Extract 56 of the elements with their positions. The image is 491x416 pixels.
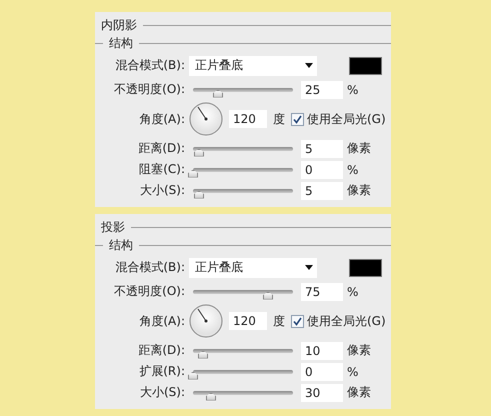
field-label: 角度(A): — [138, 110, 185, 128]
angle-dial-icon[interactable] — [189, 102, 223, 136]
blend-mode-dropdown[interactable]: 正片叠底 — [189, 56, 317, 76]
field-label: 大小(S): — [138, 384, 185, 401]
angle-field[interactable]: 120 — [229, 110, 267, 128]
field-label: 阻塞(C): — [138, 161, 185, 178]
unit-label: 像素 — [347, 384, 372, 401]
value-field[interactable]: 30 — [301, 384, 343, 402]
unit-label: % — [347, 364, 360, 378]
field-label: 混合模式(B): — [114, 57, 185, 74]
value-field[interactable]: 25 — [301, 80, 343, 98]
unit-label: 像素 — [347, 342, 372, 359]
global-light-checkbox[interactable] — [291, 112, 304, 126]
value-field[interactable]: 5 — [301, 140, 343, 158]
unit-label: % — [347, 82, 360, 96]
section-subtitle: 结构 — [109, 236, 133, 254]
caret-icon — [305, 265, 313, 270]
unit-label: 度 — [273, 312, 285, 330]
section-subtitle: 结构 — [109, 34, 133, 52]
field-label: 不透明度(O): — [113, 81, 185, 98]
slider-thumb[interactable] — [188, 372, 198, 380]
value-field[interactable]: 0 — [301, 160, 343, 178]
unit-label: 像素 — [347, 140, 372, 157]
checkbox-label[interactable]: 使用全局光(G) — [307, 110, 386, 128]
field-label: 扩展(R): — [138, 363, 185, 380]
field-label: 大小(S): — [138, 182, 185, 199]
value-field[interactable]: 10 — [301, 342, 343, 360]
slider-thumb[interactable] — [213, 90, 223, 98]
field-label: 距离(D): — [137, 140, 185, 157]
value-field[interactable]: 75 — [301, 282, 343, 300]
field-label: 角度(A): — [138, 312, 185, 330]
slider-thumb[interactable] — [206, 392, 216, 400]
field-label: 不透明度(O): — [113, 283, 185, 300]
slider-thumb[interactable] — [194, 148, 204, 156]
unit-label: 度 — [273, 110, 285, 128]
unit-label: 像素 — [347, 182, 372, 199]
slider-thumb[interactable] — [263, 292, 273, 300]
blend-mode-dropdown[interactable]: 正片叠底 — [189, 258, 317, 278]
angle-field[interactable]: 120 — [229, 312, 267, 330]
section-title: 内阴影 — [101, 16, 137, 34]
field-label: 混合模式(B): — [114, 259, 185, 276]
color-swatch[interactable] — [349, 258, 382, 276]
global-light-checkbox[interactable] — [291, 314, 304, 328]
color-swatch[interactable] — [349, 56, 382, 74]
value-field[interactable]: 0 — [301, 362, 343, 380]
slider-thumb[interactable] — [198, 350, 208, 358]
checkbox-label[interactable]: 使用全局光(G) — [307, 312, 386, 330]
section-title: 投影 — [101, 218, 125, 236]
slider-thumb[interactable] — [188, 170, 198, 178]
angle-dial-icon[interactable] — [189, 304, 223, 338]
slider-thumb[interactable] — [194, 190, 204, 198]
value-field[interactable]: 5 — [301, 182, 343, 200]
caret-icon — [305, 63, 313, 68]
unit-label: % — [347, 284, 360, 298]
field-label: 距离(D): — [137, 342, 185, 359]
unit-label: % — [347, 162, 360, 176]
